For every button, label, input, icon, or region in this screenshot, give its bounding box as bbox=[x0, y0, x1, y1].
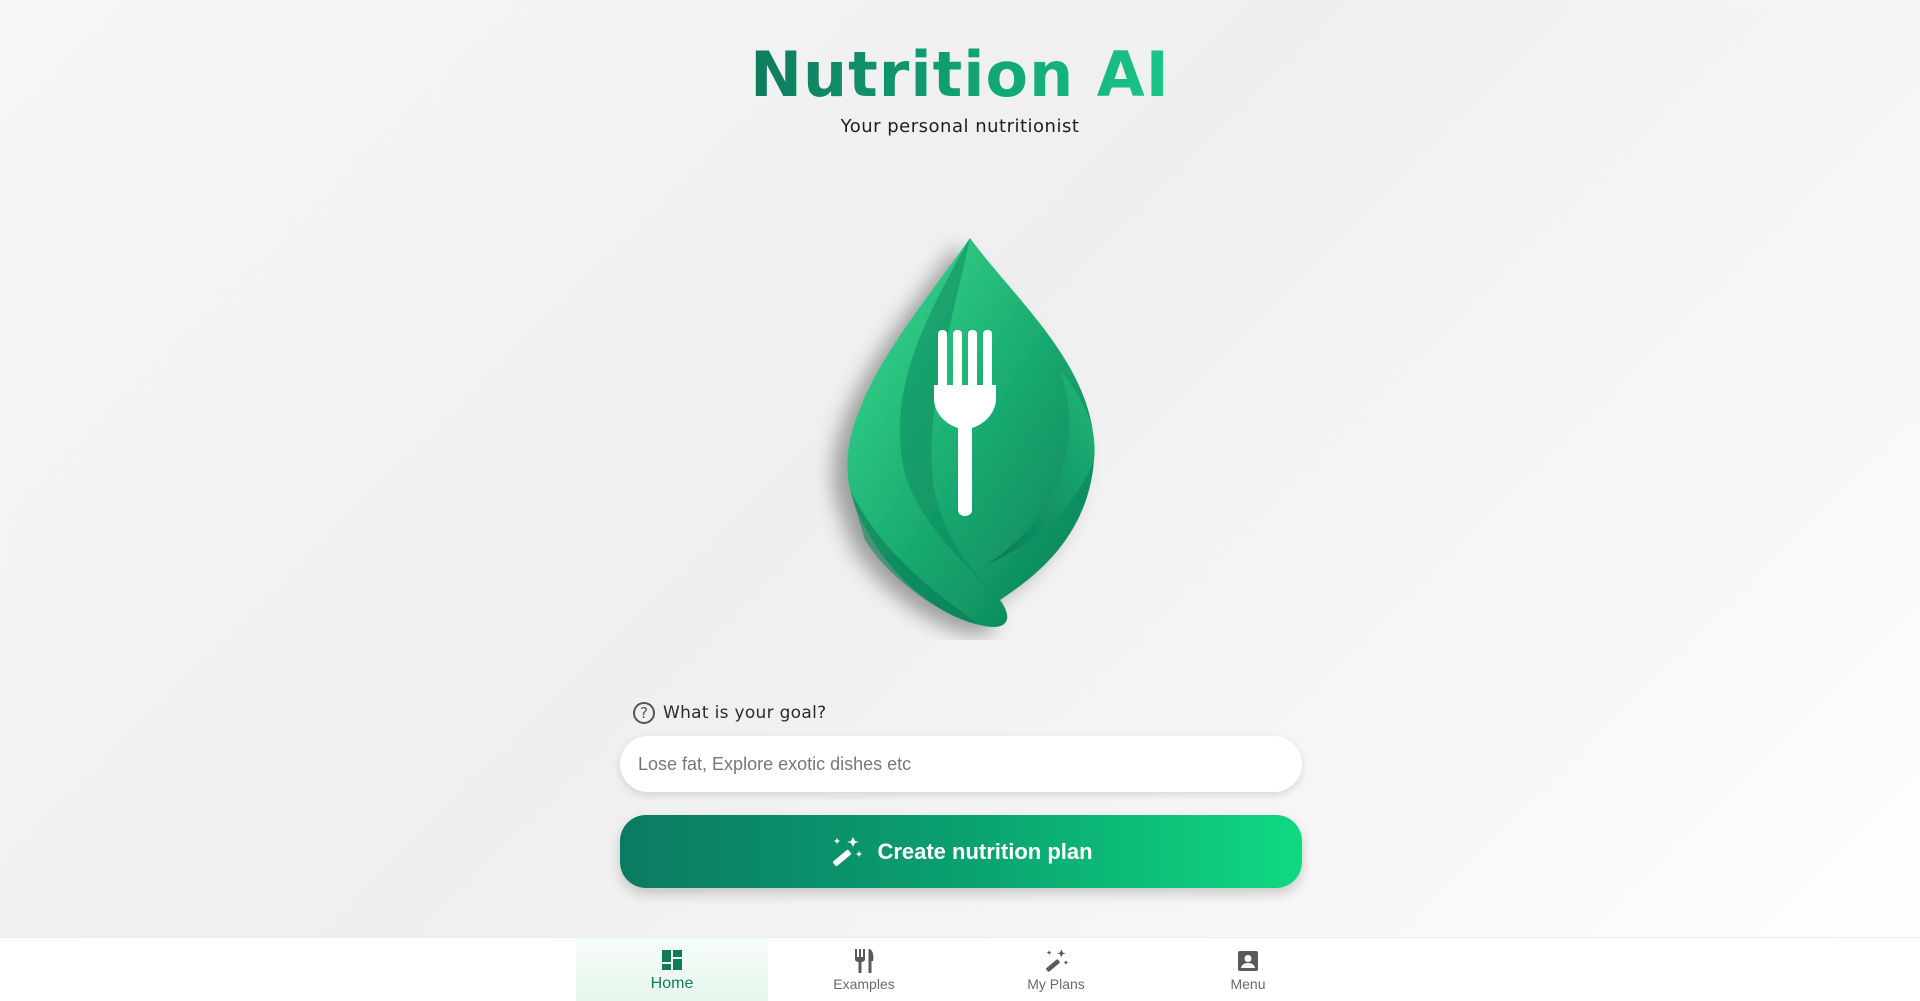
nav-item-examples[interactable]: Examples bbox=[768, 938, 960, 1001]
account-box-icon bbox=[1235, 948, 1261, 974]
bottom-nav: Home Examples My Plans Menu bbox=[0, 937, 1920, 1001]
create-nutrition-plan-button[interactable]: Create nutrition plan bbox=[620, 815, 1302, 888]
nav-item-my-plans[interactable]: My Plans bbox=[960, 938, 1152, 1001]
magic-wand-icon bbox=[1043, 948, 1069, 974]
goal-label: What is your goal? bbox=[663, 703, 827, 723]
create-button-label: Create nutrition plan bbox=[877, 838, 1093, 864]
nav-label-examples: Examples bbox=[833, 976, 895, 992]
goal-label-row: ? What is your goal? bbox=[633, 702, 826, 724]
nav-label-menu: Menu bbox=[1230, 976, 1266, 992]
app-subtitle: Your personal nutritionist bbox=[840, 116, 1080, 137]
nav-label-my-plans: My Plans bbox=[1027, 976, 1085, 992]
magic-wand-icon bbox=[833, 836, 863, 866]
leaf-fork-logo-icon bbox=[847, 238, 1095, 628]
goal-input[interactable] bbox=[620, 736, 1302, 792]
dashboard-icon bbox=[659, 947, 685, 973]
nav-item-menu[interactable]: Menu bbox=[1152, 938, 1344, 1001]
nav-item-home[interactable]: Home bbox=[576, 938, 768, 1001]
app-title: Nutrition AI bbox=[750, 38, 1170, 111]
app-header: Nutrition AI Your personal nutritionist bbox=[0, 38, 1920, 137]
fork-knife-icon bbox=[851, 948, 877, 974]
question-circle-icon[interactable]: ? bbox=[633, 702, 655, 724]
nav-label-home: Home bbox=[650, 975, 694, 992]
